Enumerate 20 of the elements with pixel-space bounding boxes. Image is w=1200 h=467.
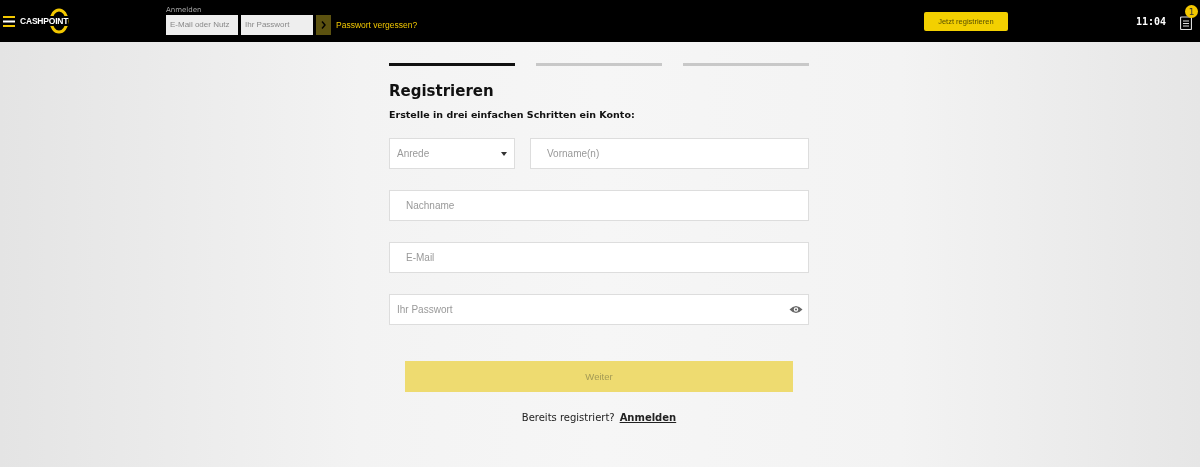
- caret-icon: [501, 151, 507, 156]
- password-input[interactable]: Ihr Passwort: [389, 294, 809, 325]
- menu-icon[interactable]: [3, 15, 15, 27]
- eye-icon[interactable]: [789, 305, 803, 314]
- form-title: Registrieren: [389, 82, 495, 100]
- text-input[interactable]: E-Mail: [389, 242, 809, 273]
- already-registered-text: Bereits registriert?: [521, 412, 615, 423]
- form-subtitle: Erstelle in drei einfachen Schritten ein Konto:: [389, 109, 636, 120]
- login-button[interactable]: [316, 14, 331, 35]
- notification-badge: 1: [1185, 5, 1198, 18]
- document-icon[interactable]: [1180, 16, 1192, 30]
- forgot-password-link[interactable]: Passwort vergessen?: [336, 19, 418, 30]
- clock: 11:04: [1135, 15, 1166, 27]
- login-link[interactable]: Anmelden: [619, 412, 677, 423]
- password-field[interactable]: Ihr Passwort: [241, 14, 313, 35]
- chevron-icon: [321, 20, 326, 29]
- text-input[interactable]: Nachname: [389, 190, 809, 221]
- text-input[interactable]: Vorname(n): [530, 138, 809, 169]
- username-field[interactable]: E-Mail oder Nutz: [166, 14, 238, 35]
- logo[interactable]: CASHPOINT: [20, 8, 78, 34]
